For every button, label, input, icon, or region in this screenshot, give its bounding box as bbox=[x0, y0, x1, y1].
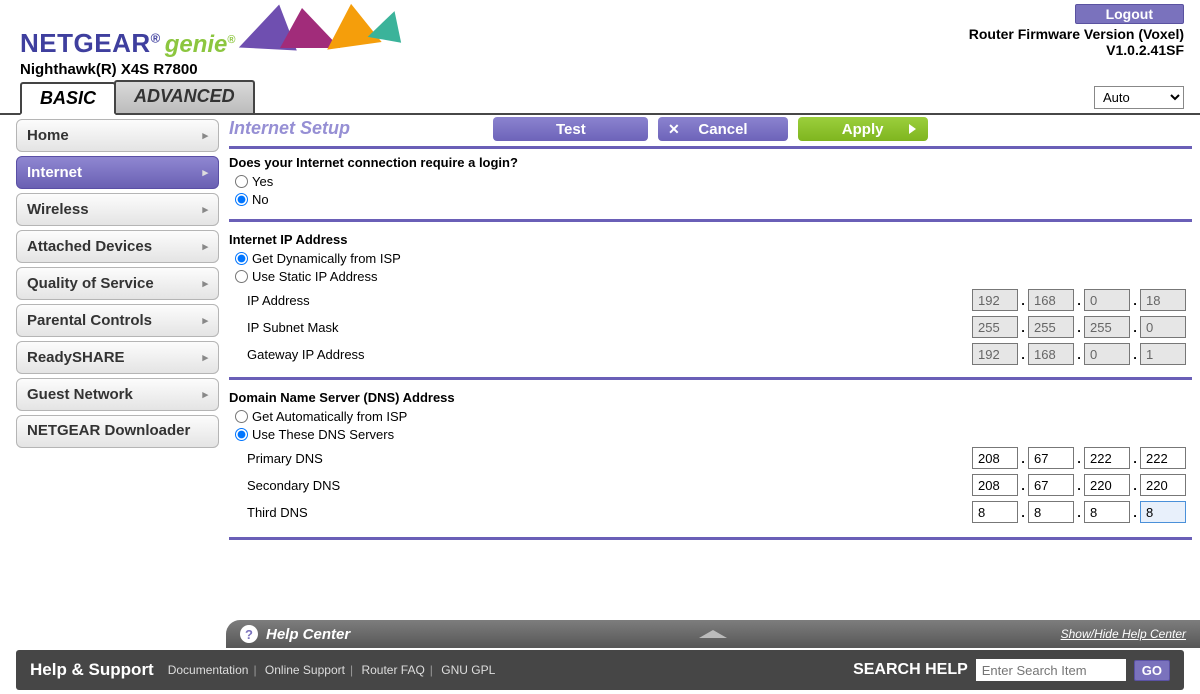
secondary-dns-input: . . . bbox=[972, 474, 1186, 496]
footer: Help & Support Documentation| Online Sup… bbox=[16, 650, 1184, 690]
primary-dns-label: Primary DNS bbox=[247, 451, 972, 466]
help-center-bar[interactable]: ? Help Center Show/Hide Help Center bbox=[226, 620, 1200, 648]
chevron-right-icon: ▸ bbox=[202, 351, 208, 364]
link-online-support[interactable]: Online Support bbox=[265, 663, 345, 677]
login-no-option[interactable]: No bbox=[235, 192, 1192, 207]
sidebar-item-attached-devices[interactable]: Attached Devices▸ bbox=[16, 230, 219, 263]
search-input[interactable] bbox=[976, 659, 1126, 681]
decorative-triangles bbox=[230, 4, 410, 52]
sidebar-item-parental-controls[interactable]: Parental Controls▸ bbox=[16, 304, 219, 337]
ip-section-title: Internet IP Address bbox=[229, 232, 1192, 247]
ip-dynamic-option[interactable]: Get Dynamically from ISP bbox=[235, 251, 1192, 266]
logo: NETGEAR® genie® bbox=[20, 4, 410, 59]
firmware-version: V1.0.2.41SF bbox=[969, 42, 1184, 58]
ip-gateway-label: Gateway IP Address bbox=[247, 347, 972, 362]
sidebar-item-readyshare[interactable]: ReadySHARE▸ bbox=[16, 341, 219, 374]
firmware-label: Router Firmware Version (Voxel) bbox=[969, 26, 1184, 42]
tab-basic[interactable]: BASIC bbox=[20, 82, 116, 115]
router-model: Nighthawk(R) X4S R7800 bbox=[20, 61, 410, 78]
ip-subnet-input: . . . bbox=[972, 316, 1186, 338]
logout-button[interactable]: Logout bbox=[1075, 4, 1184, 24]
third-dns-label: Third DNS bbox=[247, 505, 972, 520]
chevron-right-icon: ▸ bbox=[202, 314, 208, 327]
test-button[interactable]: Test bbox=[493, 117, 648, 141]
show-hide-help-link[interactable]: Show/Hide Help Center bbox=[1061, 627, 1186, 641]
ip-address-label: IP Address bbox=[247, 293, 972, 308]
footer-title: Help & Support bbox=[30, 660, 154, 680]
primary-dns-input: . . . bbox=[972, 447, 1186, 469]
secondary-dns-label: Secondary DNS bbox=[247, 478, 972, 493]
cancel-button[interactable]: ✕Cancel bbox=[658, 117, 788, 141]
sidebar-item-wireless[interactable]: Wireless▸ bbox=[16, 193, 219, 226]
close-icon: ✕ bbox=[668, 121, 680, 138]
dns-auto-option[interactable]: Get Automatically from ISP bbox=[235, 409, 1192, 424]
login-yes-option[interactable]: Yes bbox=[235, 174, 1192, 189]
chevron-right-icon: ▸ bbox=[202, 388, 208, 401]
link-gnu-gpl[interactable]: GNU GPL bbox=[441, 663, 495, 677]
sidebar-item-internet[interactable]: Internet▸ bbox=[16, 156, 219, 189]
sidebar-item-home[interactable]: Home▸ bbox=[16, 119, 219, 152]
sidebar: Home▸ Internet▸ Wireless▸ Attached Devic… bbox=[16, 115, 223, 663]
login-question: Does your Internet connection require a … bbox=[229, 155, 1192, 170]
link-router-faq[interactable]: Router FAQ bbox=[361, 663, 424, 677]
chevron-right-icon: ▸ bbox=[202, 166, 208, 179]
chevron-right-icon: ▸ bbox=[202, 129, 208, 142]
chevron-right-icon bbox=[909, 124, 916, 134]
ip-gateway-input: . . . bbox=[972, 343, 1186, 365]
sidebar-item-netgear-downloader[interactable]: NETGEAR Downloader bbox=[16, 415, 219, 448]
ip-static-option[interactable]: Use Static IP Address bbox=[235, 269, 1192, 284]
sidebar-item-guest-network[interactable]: Guest Network▸ bbox=[16, 378, 219, 411]
help-icon: ? bbox=[240, 625, 258, 643]
language-select[interactable]: Auto bbox=[1094, 86, 1184, 109]
apply-button[interactable]: Apply bbox=[798, 117, 928, 141]
tab-advanced[interactable]: ADVANCED bbox=[114, 80, 255, 113]
link-documentation[interactable]: Documentation bbox=[168, 663, 249, 677]
ip-subnet-label: IP Subnet Mask bbox=[247, 320, 972, 335]
settings-scroll-area[interactable]: Does your Internet connection require a … bbox=[229, 155, 1192, 599]
chevron-right-icon: ▸ bbox=[202, 240, 208, 253]
chevron-up-icon bbox=[699, 630, 727, 638]
chevron-right-icon: ▸ bbox=[202, 203, 208, 216]
dns-section-title: Domain Name Server (DNS) Address bbox=[229, 390, 1192, 405]
sidebar-item-qos[interactable]: Quality of Service▸ bbox=[16, 267, 219, 300]
ip-address-input: . . . bbox=[972, 289, 1186, 311]
third-dns-input: . . . bbox=[972, 501, 1186, 523]
search-help-label: SEARCH HELP bbox=[853, 661, 968, 679]
go-button[interactable]: GO bbox=[1134, 660, 1170, 681]
dns-manual-option[interactable]: Use These DNS Servers bbox=[235, 427, 1192, 442]
chevron-right-icon: ▸ bbox=[202, 277, 208, 290]
